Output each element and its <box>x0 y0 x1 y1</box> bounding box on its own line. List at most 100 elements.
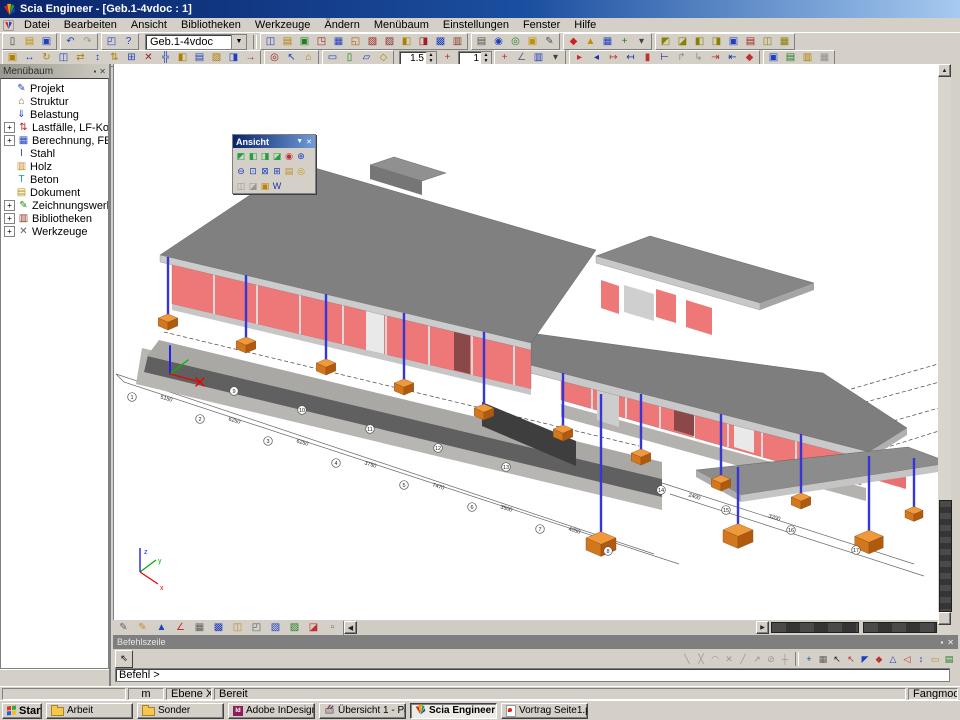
undo-icon[interactable]: ↶ <box>62 34 79 49</box>
spinner-arrows-icon[interactable]: ▲▼ <box>481 52 491 65</box>
select-arrow-red-icon[interactable]: ↖ <box>844 651 858 666</box>
taskbar-button-indesign[interactable]: Id Adobe InDesign C... <box>228 703 315 719</box>
taskbar-button-scia[interactable]: Scia Engineer - [... <box>410 703 497 719</box>
triangle-snap-icon[interactable]: △ <box>886 651 900 666</box>
cursor-snap-icon[interactable]: + <box>802 651 816 666</box>
edit-doc-icon[interactable]: ✎ <box>541 34 558 49</box>
book-icon[interactable]: ▥ <box>449 34 466 49</box>
tree-item-belastung[interactable]: ⇓Belastung <box>1 108 108 121</box>
pin-command-panel-icon[interactable]: ▪ <box>940 638 943 647</box>
prev-view-icon[interactable]: ◫ <box>235 179 247 192</box>
status-snap-mode[interactable]: Fangmodu <box>908 688 958 700</box>
grid-icon[interactable]: ▦ <box>190 621 209 635</box>
menu-item-datei[interactable]: Datei <box>17 19 57 32</box>
layers-icon[interactable]: ▣ <box>296 34 313 49</box>
status-unit[interactable]: m <box>128 688 164 700</box>
help-icon[interactable]: ? <box>120 34 137 49</box>
gallery-icon[interactable]: ◱ <box>347 34 364 49</box>
render-mode-2-icon[interactable]: ◪ <box>674 34 691 49</box>
menu-item-ansicht[interactable]: Ansicht <box>124 19 174 32</box>
zoom-all-icon[interactable]: ⊠ <box>259 164 271 177</box>
perspective-icon[interactable]: ✎ <box>114 621 133 635</box>
zoom-window-icon[interactable]: ⊡ <box>247 164 259 177</box>
vertical-scrollbar[interactable]: ▲ <box>938 64 951 635</box>
clipping-box-icon[interactable]: ▣ <box>259 179 271 192</box>
more-icon[interactable]: ▾ <box>633 34 650 49</box>
box-snap-icon[interactable]: ▭ <box>928 651 942 666</box>
render-mode-5-icon[interactable]: ▣ <box>725 34 742 49</box>
render-mode-1-icon[interactable]: ◩ <box>657 34 674 49</box>
taskbar-button-pdf[interactable]: Vortrag Seite1.pdf ... <box>501 703 588 719</box>
render-mode-8-icon[interactable]: ▦ <box>776 34 793 49</box>
scroll-corner-button[interactable] <box>938 612 951 625</box>
table-icon[interactable]: ▩ <box>432 34 449 49</box>
close-command-panel-icon[interactable]: ✕ <box>947 638 954 647</box>
render-mode-3-icon[interactable]: ◧ <box>691 34 708 49</box>
menu-item-werkzeuge[interactable]: Werkzeuge <box>248 19 317 32</box>
tree-item-werkzeuge[interactable]: ✕Werkzeuge <box>1 225 108 238</box>
tree-item-dokument[interactable]: ▤Dokument <box>1 186 108 199</box>
edge-snap-icon[interactable]: ◁ <box>900 651 914 666</box>
zoom-in-icon[interactable]: ⊕ <box>295 149 307 162</box>
dot-grid-icon[interactable]: ▦ <box>816 651 830 666</box>
view-front-icon[interactable]: ◧ <box>247 149 259 162</box>
taskbar-button-paint[interactable]: Übersicht 1 - Paint <box>319 703 406 719</box>
angle-icon[interactable]: ∠ <box>171 621 190 635</box>
view-top-icon[interactable]: ◪ <box>271 149 283 162</box>
horizontal-scrollbar-thumb[interactable] <box>771 622 859 633</box>
tree-item-beton[interactable]: TBeton <box>1 173 108 186</box>
project-manager-icon[interactable]: ◫ <box>262 34 279 49</box>
open-folder-icon[interactable]: ▤ <box>21 34 38 49</box>
surface-icon[interactable]: ▩ <box>209 621 228 635</box>
document-icon[interactable] <box>0 20 17 31</box>
menu-item-fenster[interactable]: Fenster <box>516 19 567 32</box>
save-icon[interactable]: ▣ <box>38 34 55 49</box>
view-axo-icon[interactable]: ◩ <box>235 149 247 162</box>
pointer-mode-button[interactable]: ⇖ <box>115 650 133 668</box>
project-combobox[interactable]: Geb.1-4vdoc ▼ <box>145 34 247 50</box>
corner-snap-icon[interactable]: ◤ <box>858 651 872 666</box>
spinner-arrows-icon[interactable]: ▲▼ <box>426 52 436 65</box>
close-panel-icon[interactable]: ✕ <box>99 67 106 76</box>
start-button[interactable]: Start <box>2 703 42 719</box>
taskbar-button-arbeit[interactable]: Arbeit <box>46 703 133 719</box>
select-arrow-icon[interactable]: ↖ <box>830 651 844 666</box>
scroll-up-icon[interactable]: ▲ <box>938 64 951 77</box>
combobox-dropdown-icon[interactable]: ▼ <box>231 35 246 49</box>
redo-icon[interactable]: ↷ <box>79 34 96 49</box>
expand-icon[interactable] <box>4 135 15 146</box>
database-icon[interactable]: ▤ <box>279 34 296 49</box>
window-icon[interactable]: ◰ <box>103 34 120 49</box>
new-file-icon[interactable]: ▯ <box>4 34 21 49</box>
expand-icon[interactable] <box>4 200 15 211</box>
chart-icon[interactable]: ▦ <box>599 34 616 49</box>
snap-endpoint-icon[interactable]: ╲ <box>680 651 694 666</box>
model-viewport[interactable]: z y x 1234567891011121314151617515062506… <box>113 64 938 620</box>
expand-icon[interactable] <box>4 122 15 133</box>
tree-item-bibliotheken[interactable]: ▥Bibliotheken <box>1 212 108 225</box>
tree-item-holz[interactable]: ▥Holz <box>1 160 108 173</box>
snap-cross-icon[interactable]: ✕ <box>722 651 736 666</box>
view-folder-icon[interactable]: ▤ <box>283 164 295 177</box>
tree-item-projekt[interactable]: ✎Projekt <box>1 82 108 95</box>
zoom-out-icon[interactable]: ⊖ <box>235 164 247 177</box>
horizontal-scrollbar-thumb-2[interactable] <box>863 622 937 633</box>
vertical-scrollbar-thumb[interactable] <box>939 500 952 612</box>
notebook-icon[interactable]: ▦ <box>330 34 347 49</box>
hatch-icon[interactable]: ▧ <box>266 621 285 635</box>
scroll-right-icon[interactable]: ▶ <box>756 621 769 634</box>
horizontal-scrollbar-track[interactable] <box>357 621 756 634</box>
menu-item-men-baum[interactable]: Menübaum <box>367 19 436 32</box>
shading-icon[interactable]: ▲ <box>152 621 171 635</box>
open-project-icon[interactable]: ▣ <box>524 34 541 49</box>
palette-close-icon[interactable]: ✕ <box>306 138 312 146</box>
snap-off-icon[interactable]: ⊘ <box>764 651 778 666</box>
tree-item-lastf-lle-lf-kombinatior[interactable]: ⇅Lastfälle, LF-Kombinatior <box>1 121 108 134</box>
menu-tree-caption[interactable]: Menübaum ▪ ✕ <box>0 64 109 78</box>
light-icon[interactable]: ◎ <box>295 164 307 177</box>
wireframe-view-icon[interactable]: W <box>271 179 283 192</box>
status-plane[interactable]: Ebene XY <box>166 688 212 700</box>
menu-item-einstellungen[interactable]: Einstellungen <box>436 19 516 32</box>
ansicht-palette[interactable]: Ansicht ▼ ✕ ◩◧◨◪◉⊕ ⊖⊡⊠⊞▤◎ ◫◪▣W <box>232 134 316 194</box>
texture-icon[interactable]: ▨ <box>285 621 304 635</box>
